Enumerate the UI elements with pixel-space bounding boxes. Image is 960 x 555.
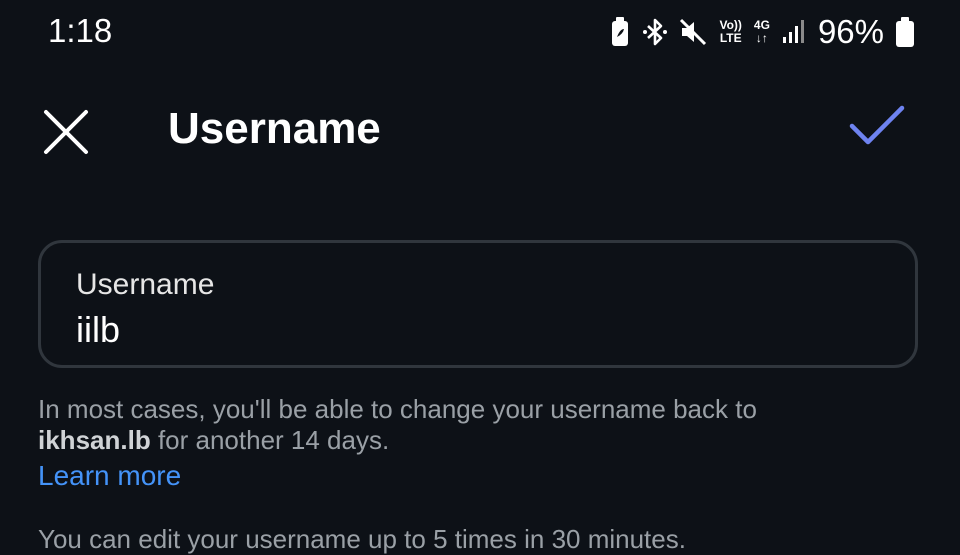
helper-suffix: for another 14 days. (157, 425, 390, 455)
close-icon (44, 110, 88, 154)
learn-more-link[interactable]: Learn more (38, 460, 181, 492)
volte-bottom: LTE (719, 31, 742, 45)
bluetooth-icon (643, 17, 668, 47)
battery-percent: 96% (817, 13, 884, 50)
network-arrows: ↓↑ (755, 31, 768, 45)
username-field-label: Username (76, 268, 215, 301)
close-button[interactable] (40, 106, 92, 158)
network-4g-icon: 4G ↓↑ (754, 19, 770, 45)
app-bar: Username (0, 84, 960, 174)
confirm-button[interactable] (846, 102, 908, 154)
battery-icon (896, 17, 914, 47)
username-input[interactable]: iilb (76, 309, 120, 351)
helper-prefix: In most cases, you'll be able to change … (38, 394, 757, 424)
battery-saver-icon (609, 17, 631, 47)
status-bar: 1:18 Vo)) LTE 4G ↓↑ 96% (0, 0, 960, 64)
mute-icon (679, 17, 707, 47)
signal-icon (782, 19, 806, 45)
helper-text: In most cases, you'll be able to change … (38, 394, 918, 456)
previous-username: ikhsan.lb (38, 425, 151, 455)
status-icons: Vo)) LTE 4G ↓↑ 96% (609, 10, 914, 54)
page-title: Username (168, 104, 381, 153)
check-icon (849, 105, 905, 145)
status-time: 1:18 (48, 12, 113, 49)
volte-icon: Vo)) LTE (719, 19, 741, 45)
username-field[interactable]: Username iilb (38, 240, 918, 368)
